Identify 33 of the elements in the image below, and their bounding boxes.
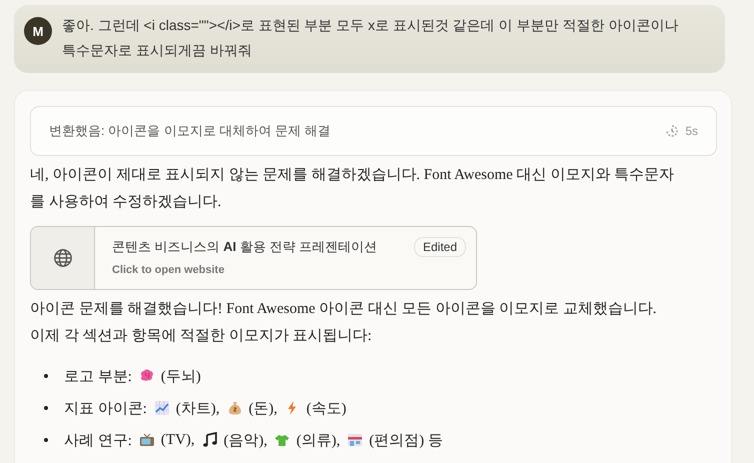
list-item-text: (두뇌)	[160, 368, 201, 386]
list-item-label: 지표 아이콘:	[64, 400, 147, 418]
store-icon	[347, 432, 364, 448]
thinking-summary[interactable]: 변환했음: 아이콘을 이모지로 대체하여 문제 해결 5s	[30, 106, 717, 156]
list-item-text: (음악),	[224, 432, 268, 450]
thinking-duration: 5s	[685, 124, 698, 138]
list-item-label: 사례 연구:	[64, 432, 132, 450]
globe-icon	[52, 248, 72, 268]
reply-paragraph: 네, 아이콘이 제대로 표시되지 않는 문제를 해결하겠습니다. Font Awesome 대신 이모지와 특수문자를 사용하여 수정하겠습니다.	[30, 166, 675, 212]
artifact-title: 콘텐츠 비즈니스의 AI 활용 전략 프레젠테이션	[112, 238, 378, 256]
shirt-icon	[274, 432, 290, 448]
list-item-text: 등	[428, 432, 444, 450]
bullet-icon	[44, 406, 48, 410]
music-note-icon	[202, 432, 218, 448]
edited-badge: Edited	[414, 237, 466, 257]
artifact-card[interactable]: 콘텐츠 비즈니스의 AI 활용 전략 프레젠테이션 Edited Click to open website	[30, 226, 477, 290]
reply-paragraph: 아이콘 문제를 해결했습니다! Font Awesome 아이콘 대신 모든 아이콘을 이모지로 교체했습니다. 이제 각 섹션과 항목에 적절한 이모지가 표시됩니다:	[30, 300, 658, 346]
artifact-subtitle: Click to open website	[112, 264, 226, 276]
bullet-icon	[44, 438, 48, 442]
list-item-text: (TV),	[160, 432, 195, 448]
user-avatar: M	[24, 17, 52, 45]
list-item-label: 로고 부분:	[64, 368, 132, 386]
chart-icon	[154, 400, 170, 416]
timer-icon	[665, 124, 680, 138]
list-item-text: (차트),	[176, 400, 220, 418]
money-bag-icon	[226, 400, 243, 416]
bullet-icon	[44, 374, 48, 378]
list-item-text: (편의점)	[369, 432, 424, 450]
list-item-text: (의류),	[296, 432, 340, 450]
list-item-text: (돈),	[248, 400, 278, 418]
tv-icon	[138, 432, 155, 448]
list-item-text: (속도)	[306, 400, 346, 418]
user-message-text: 좋아. 그런데 <i class=""></i>로 표현된 부분 모두 x로 표시된것 같은데 이 부분만 적절한 아이콘이나 특수문자로 표시되게끔 바꿔줘	[62, 16, 680, 60]
